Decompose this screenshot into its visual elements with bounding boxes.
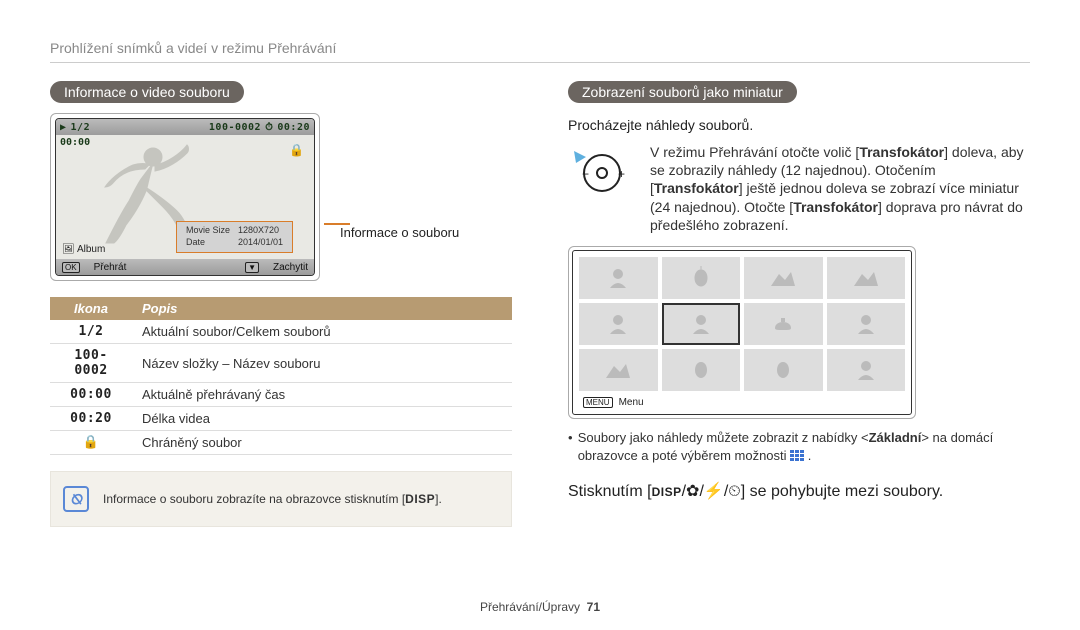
thumb-item (827, 303, 906, 345)
thumb-item (827, 349, 906, 391)
play-icon: ▶︎ (60, 122, 67, 133)
bullet-dot: • (568, 429, 578, 465)
thumb-item (744, 303, 823, 345)
info-row-value: 1280X720 (235, 226, 286, 236)
info-callout: Movie Size1280X720 Date2014/01/01 (176, 221, 293, 253)
lock-icon: 🔒 (289, 143, 304, 157)
breadcrumb: Prohlížení snímků a videí v režimu Přehr… (50, 40, 1030, 56)
thumb-item (662, 257, 741, 299)
svg-text:+: + (618, 167, 625, 181)
thumb-item-selected (662, 303, 741, 345)
table-desc: Aktuálně přehrávaný čas (132, 383, 512, 407)
folder-file-label: 100-0002 (209, 122, 261, 133)
clock-icon: ⏱ (265, 122, 273, 133)
menu-label: Menu (619, 397, 644, 408)
thumb-item (579, 349, 658, 391)
divider (50, 62, 1030, 63)
table-icon: 00:20 (50, 407, 132, 431)
table-desc: Délka videa (132, 407, 512, 431)
thumb-item (744, 349, 823, 391)
page-footer: Přehrávání/Úpravy 71 (0, 600, 1080, 614)
section-title-video-info: Informace o video souboru (50, 81, 244, 103)
total-time-label: 00:20 (277, 122, 310, 133)
thumbnail-preview: MENU Menu (568, 246, 916, 419)
thumb-item (579, 303, 658, 345)
thumb-item (827, 257, 906, 299)
navigate-instruction: Stisknutím [DISP/✿/⚡/⏲] se pohybujte mez… (568, 481, 1030, 501)
left-column: Informace o video souboru ▶︎ 1/2 100-000… (50, 81, 512, 527)
album-label: 🖼 Album (62, 244, 105, 255)
info-row-value: 2014/01/01 (235, 238, 286, 248)
table-icon: 00:00 (50, 383, 132, 407)
info-row-label: Date (183, 238, 233, 248)
right-column: Zobrazení souborů jako miniatur Procháze… (568, 81, 1030, 527)
table-icon: 🔒 (50, 431, 132, 455)
col-header-icon: Ikona (50, 297, 132, 320)
sub-text: Procházejte náhledy souborů. (568, 117, 1030, 133)
capture-label: Zachytit (273, 262, 308, 273)
table-desc: Chráněný soubor (132, 431, 512, 455)
table-icon: 100-0002 (50, 344, 132, 383)
info-row-label: Movie Size (183, 226, 233, 236)
flash-icon: ⚡ (704, 483, 724, 500)
callout-lead-line (324, 223, 350, 225)
down-icon: ▼ (245, 262, 259, 273)
disp-button-label: DISP (652, 485, 682, 499)
zoom-instructions: V režimu Přehrávání otočte volič [Transf… (650, 143, 1030, 234)
note-text: Informace o souboru zobrazíte na obrazov… (103, 492, 442, 507)
table-desc: Název složky – Název souboru (132, 344, 512, 383)
timer-icon: ⏲ (728, 483, 740, 500)
menu-button-icon: MENU (583, 397, 613, 408)
col-header-desc: Popis (132, 297, 512, 320)
thumb-item (579, 257, 658, 299)
video-preview: ▶︎ 1/2 100-0002 ⏱ 00:20 00:00 (50, 113, 320, 281)
disp-button-label: DISP (405, 492, 435, 506)
bullet-list: • Soubory jako náhledy můžete zobrazit z… (568, 429, 1030, 465)
info-note: ⦰ Informace o souboru zobrazíte na obraz… (50, 471, 512, 527)
album-icon: 🖼 (62, 244, 75, 255)
section-title-thumbnails: Zobrazení souborů jako miniatur (568, 81, 797, 103)
thumb-item (662, 349, 741, 391)
ok-button-icon: OK (62, 262, 80, 273)
callout-text: Informace o souboru (340, 225, 459, 240)
icon-description-table: Ikona Popis 1/2Aktuální soubor/Celkem so… (50, 297, 512, 455)
thumb-item (744, 257, 823, 299)
bullet-text: Soubory jako náhledy můžete zobrazit z n… (578, 429, 1030, 465)
svg-text:−: − (582, 167, 589, 181)
grid-icon (790, 450, 804, 464)
table-icon: 1/2 (50, 320, 132, 344)
table-desc: Aktuální soubor/Celkem souborů (132, 320, 512, 344)
macro-icon: ✿ (686, 483, 699, 500)
counter-label: 1/2 (71, 122, 91, 133)
zoom-dial-icon: − + (568, 143, 628, 197)
elapsed-time: 00:00 (60, 137, 90, 148)
note-icon: ⦰ (63, 486, 89, 512)
play-label: Přehrát (94, 262, 127, 273)
